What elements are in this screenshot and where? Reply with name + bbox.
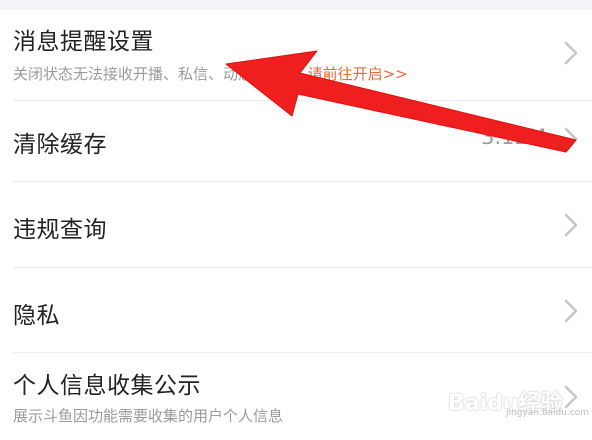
- chevron-right-icon: [564, 385, 578, 409]
- setting-row-message-notifications[interactable]: 消息提醒设置 关闭状态无法接收开播、私信、动态等消息 请前往开启>>: [0, 10, 592, 100]
- subtitle-text: 关闭状态无法接收开播、私信、: [13, 65, 224, 83]
- chevron-right-icon: [564, 213, 578, 237]
- setting-title: 消息提醒设置: [13, 29, 154, 55]
- setting-title: 清除缓存: [13, 132, 107, 158]
- settings-screen: 消息提醒设置 关闭状态无法接收开播、私信、动态等消息 请前往开启>> 清除缓存 …: [0, 0, 592, 440]
- setting-title: 隐私: [13, 303, 60, 329]
- top-spacer: [0, 0, 592, 10]
- cache-size-value: 3.12M: [481, 125, 546, 149]
- subtitle-hidden-text: 动态等消息: [223, 65, 299, 83]
- setting-title: 违规查询: [13, 217, 107, 243]
- setting-title: 个人信息收集公示: [13, 373, 201, 399]
- setting-subtitle: 关闭状态无法接收开播、私信、动态等消息 请前往开启>>: [13, 63, 408, 84]
- setting-row-violation-query[interactable]: 违规查询: [0, 182, 592, 267]
- watermark-site: jingyan.baidu.com: [506, 408, 590, 418]
- setting-row-clear-cache[interactable]: 清除缓存 3.12M: [0, 101, 592, 181]
- chevron-right-icon: [564, 127, 578, 151]
- chevron-right-icon: [564, 41, 578, 65]
- chevron-right-icon: [564, 299, 578, 323]
- baidu-jingyan-watermark: Baidu经验 jingyan.baidu.com: [448, 380, 589, 418]
- setting-row-privacy[interactable]: 隐私: [0, 268, 592, 352]
- setting-subtitle: 展示斗鱼因功能需要收集的用户个人信息: [13, 407, 284, 425]
- enable-link[interactable]: 请前往开启>>: [308, 65, 408, 83]
